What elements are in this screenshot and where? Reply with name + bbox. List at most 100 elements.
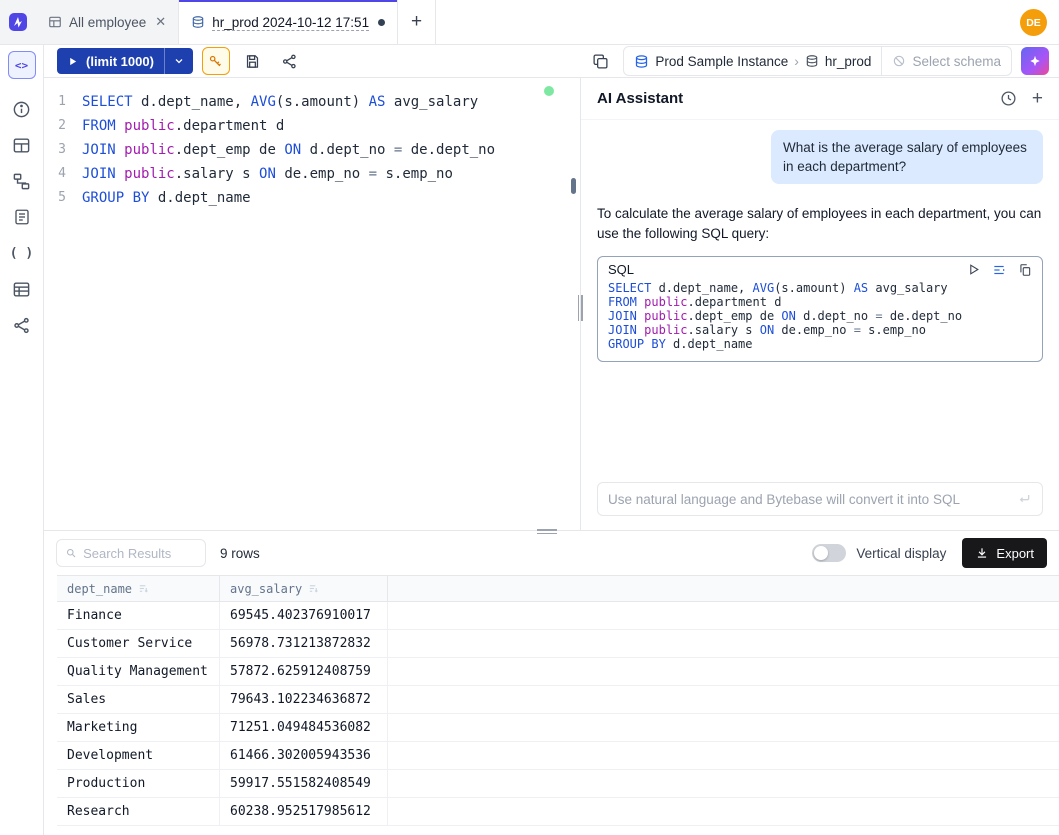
- run-sql-icon[interactable]: [967, 263, 980, 276]
- code-line: FROM public.department d: [608, 295, 1032, 309]
- panel-layout-button[interactable]: [586, 47, 614, 75]
- result-cell[interactable]: Development: [57, 742, 220, 769]
- worksheet-icon: [48, 15, 62, 29]
- save-button[interactable]: [239, 47, 267, 75]
- sheet-icon[interactable]: [8, 275, 36, 303]
- row-filler: [388, 630, 1059, 657]
- tab-hr-prod[interactable]: hr_prod 2024-10-12 17:51: [179, 0, 398, 44]
- sidebar-item-sql-editor[interactable]: <>: [8, 51, 36, 79]
- share-button[interactable]: [276, 47, 304, 75]
- line-number: 1: [44, 90, 82, 114]
- results-controls-right: Vertical display Export: [812, 538, 1047, 568]
- result-cell[interactable]: Research: [57, 798, 220, 825]
- select-schema-button[interactable]: Select schema: [881, 47, 1011, 75]
- avatar[interactable]: DE: [1020, 9, 1047, 36]
- activity-sidebar: <> ( ): [0, 45, 44, 835]
- result-table: dept_name avg_salary Finance69545.402376…: [57, 575, 1059, 826]
- result-cell[interactable]: 57872.625912408759: [220, 658, 388, 685]
- result-cell[interactable]: 61466.302005943536: [220, 742, 388, 769]
- table-row[interactable]: Marketing71251.049484536082: [57, 714, 1059, 742]
- table-row[interactable]: Production59917.551582408549: [57, 770, 1059, 798]
- connections-icon[interactable]: [8, 311, 36, 339]
- result-cell[interactable]: Customer Service: [57, 630, 220, 657]
- sql-editor[interactable]: 1SELECT d.dept_name, AVG(s.amount) AS av…: [44, 78, 580, 530]
- column-label: dept_name: [67, 582, 132, 596]
- row-count: 9 rows: [220, 546, 260, 561]
- run-main[interactable]: (limit 1000): [57, 54, 164, 69]
- table-row[interactable]: Research60238.952517985612: [57, 798, 1059, 826]
- insert-sql-icon[interactable]: [992, 263, 1006, 277]
- schema-diagram-icon[interactable]: [8, 167, 36, 195]
- sort-icon[interactable]: [308, 583, 319, 594]
- sort-icon[interactable]: [138, 583, 149, 594]
- run-query-button[interactable]: (limit 1000): [57, 48, 193, 74]
- breadcrumb-instance[interactable]: Prod Sample Instance › hr_prod: [624, 47, 881, 75]
- share-icon: [281, 53, 298, 70]
- result-cell[interactable]: 59917.551582408549: [220, 770, 388, 797]
- header-filler: [388, 576, 1059, 601]
- column-header-dept-name[interactable]: dept_name: [57, 576, 220, 601]
- result-cell[interactable]: 79643.102234636872: [220, 686, 388, 713]
- result-cell[interactable]: Production: [57, 770, 220, 797]
- ai-assistant-panel: AI Assistant + What is the average salar…: [580, 78, 1059, 530]
- result-cell[interactable]: Marketing: [57, 714, 220, 741]
- info-icon[interactable]: [8, 95, 36, 123]
- save-icon: [244, 53, 261, 70]
- copy-icon[interactable]: [1018, 263, 1032, 277]
- result-cell[interactable]: Sales: [57, 686, 220, 713]
- close-icon[interactable]: ✕: [155, 14, 166, 30]
- search-results-input[interactable]: [83, 546, 197, 561]
- panel-resize-handle[interactable]: [576, 295, 584, 321]
- tab-all-employee[interactable]: All employee ✕: [36, 0, 179, 44]
- connection-breadcrumb: Prod Sample Instance › hr_prod Select sc…: [623, 46, 1012, 76]
- editor-status-dot: [544, 86, 554, 96]
- export-button[interactable]: Export: [962, 538, 1047, 568]
- database-icon: [805, 54, 819, 68]
- sparkle-icon: [1028, 54, 1042, 68]
- run-options-caret[interactable]: [164, 48, 193, 74]
- run-label: (limit 1000): [86, 54, 154, 69]
- column-header-avg-salary[interactable]: avg_salary: [220, 576, 388, 601]
- tab-label: hr_prod 2024-10-12 17:51: [212, 15, 369, 30]
- code-line: 4JOIN public.salary s ON de.emp_no = s.e…: [44, 162, 580, 186]
- table-row[interactable]: Sales79643.102234636872: [57, 686, 1059, 714]
- code-line: 5GROUP BY d.dept_name: [44, 186, 580, 210]
- prohibit-icon: [892, 54, 906, 68]
- sql-card-code: SELECT d.dept_name, AVG(s.amount) AS avg…: [608, 281, 1032, 351]
- result-cell[interactable]: 56978.731213872832: [220, 630, 388, 657]
- admin-mode-button[interactable]: [202, 47, 230, 75]
- table-row[interactable]: Development61466.302005943536: [57, 742, 1059, 770]
- result-cell[interactable]: 60238.952517985612: [220, 798, 388, 825]
- ai-prompt-input[interactable]: [608, 492, 1008, 507]
- instance-icon: [634, 54, 649, 69]
- history-icon[interactable]: [1000, 90, 1017, 107]
- export-label: Export: [996, 546, 1034, 561]
- variables-icon[interactable]: ( ): [8, 239, 36, 267]
- changelist-icon[interactable]: [8, 203, 36, 231]
- table-row[interactable]: Quality Management57872.625912408759: [57, 658, 1059, 686]
- result-cell[interactable]: 71251.049484536082: [220, 714, 388, 741]
- new-tab-button[interactable]: +: [398, 0, 436, 44]
- ai-assistant-button[interactable]: [1021, 47, 1049, 75]
- search-box: [56, 539, 206, 567]
- tab-bar: All employee ✕ hr_prod 2024-10-12 17:51 …: [0, 0, 1059, 45]
- bytebase-logo[interactable]: [0, 0, 36, 44]
- row-filler: [388, 798, 1059, 825]
- result-cell[interactable]: Finance: [57, 602, 220, 629]
- row-filler: [388, 714, 1059, 741]
- sql-suggestion-card: SQL SELECT d.dept_name, AVG(s.amount) AS…: [597, 256, 1043, 362]
- ai-panel-title: AI Assistant: [597, 90, 683, 107]
- code-line: 1SELECT d.dept_name, AVG(s.amount) AS av…: [44, 90, 580, 114]
- code-area[interactable]: 1SELECT d.dept_name, AVG(s.amount) AS av…: [44, 78, 580, 210]
- vertical-display-toggle[interactable]: [812, 544, 846, 562]
- table-row[interactable]: Customer Service56978.731213872832: [57, 630, 1059, 658]
- result-cell[interactable]: Quality Management: [57, 658, 220, 685]
- table-row[interactable]: Finance69545.402376910017: [57, 602, 1059, 630]
- result-cell[interactable]: 69545.402376910017: [220, 602, 388, 629]
- split-resize-handle[interactable]: [537, 527, 557, 536]
- editor-scrollbar-thumb[interactable]: [571, 178, 576, 194]
- new-chat-icon[interactable]: +: [1032, 89, 1043, 108]
- tables-icon[interactable]: [8, 131, 36, 159]
- enter-key-icon: [1016, 491, 1032, 507]
- code-line: JOIN public.dept_emp de ON d.dept_no = d…: [608, 309, 1032, 323]
